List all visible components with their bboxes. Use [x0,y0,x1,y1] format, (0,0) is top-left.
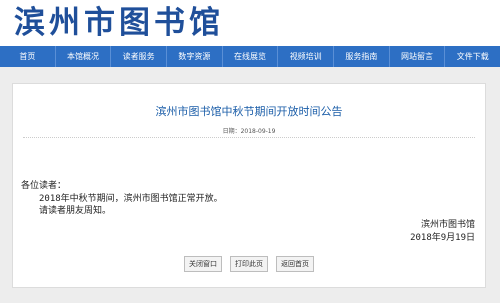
site-header: 滨州市图书馆 [0,0,500,46]
nav-item-online-exhibition[interactable]: 在线展览 [223,46,279,67]
nav-item-guestbook[interactable]: 网站留言 [390,46,446,67]
article-actions: 关闭窗口 打印此页 返回首页 [13,256,485,272]
signature-org: 滨州市图书馆 [420,220,475,230]
nav-item-video-training[interactable]: 视频培训 [278,46,335,67]
article-card: 滨州市图书馆中秋节期间开放时间公告 日期：2018-09-19 各位读者： 20… [12,83,486,288]
paragraph-2: 请读者朋友周知。 [39,206,112,216]
nav-item-reader-services[interactable]: 读者服务 [111,46,168,67]
signature: 滨州市图书馆 2018年9月19日 [410,219,475,244]
greeting: 各位读者： [21,181,67,191]
site-logo[interactable]: 滨州市图书馆 [14,2,224,44]
article-body: 各位读者： 2018年中秋节期间，滨州市图书馆正常开放。 请读者朋友周知。 [21,180,481,218]
article-title: 滨州市图书馆中秋节期间开放时间公告 [155,105,343,118]
nav-item-home[interactable]: 首页 [0,46,56,67]
nav-item-digital-resources[interactable]: 数字资源 [167,46,223,67]
nav-item-service-guide[interactable]: 服务指南 [334,46,390,67]
print-page-button[interactable]: 打印此页 [230,256,268,272]
main-nav: 首页 本馆概况 读者服务 数字资源 在线展览 视频培训 服务指南 网站留言 文件… [0,46,500,67]
title-divider [23,137,475,138]
nav-item-downloads[interactable]: 文件下载 [445,46,500,67]
paragraph-1: 2018年中秋节期间，滨州市图书馆正常开放。 [39,193,223,204]
article-date: 日期：2018-09-19 [222,128,276,135]
back-home-button[interactable]: 返回首页 [276,256,314,272]
signature-date: 2018年9月19日 [410,232,475,243]
close-window-button[interactable]: 关闭窗口 [184,256,222,272]
nav-item-about[interactable]: 本馆概况 [56,46,112,67]
